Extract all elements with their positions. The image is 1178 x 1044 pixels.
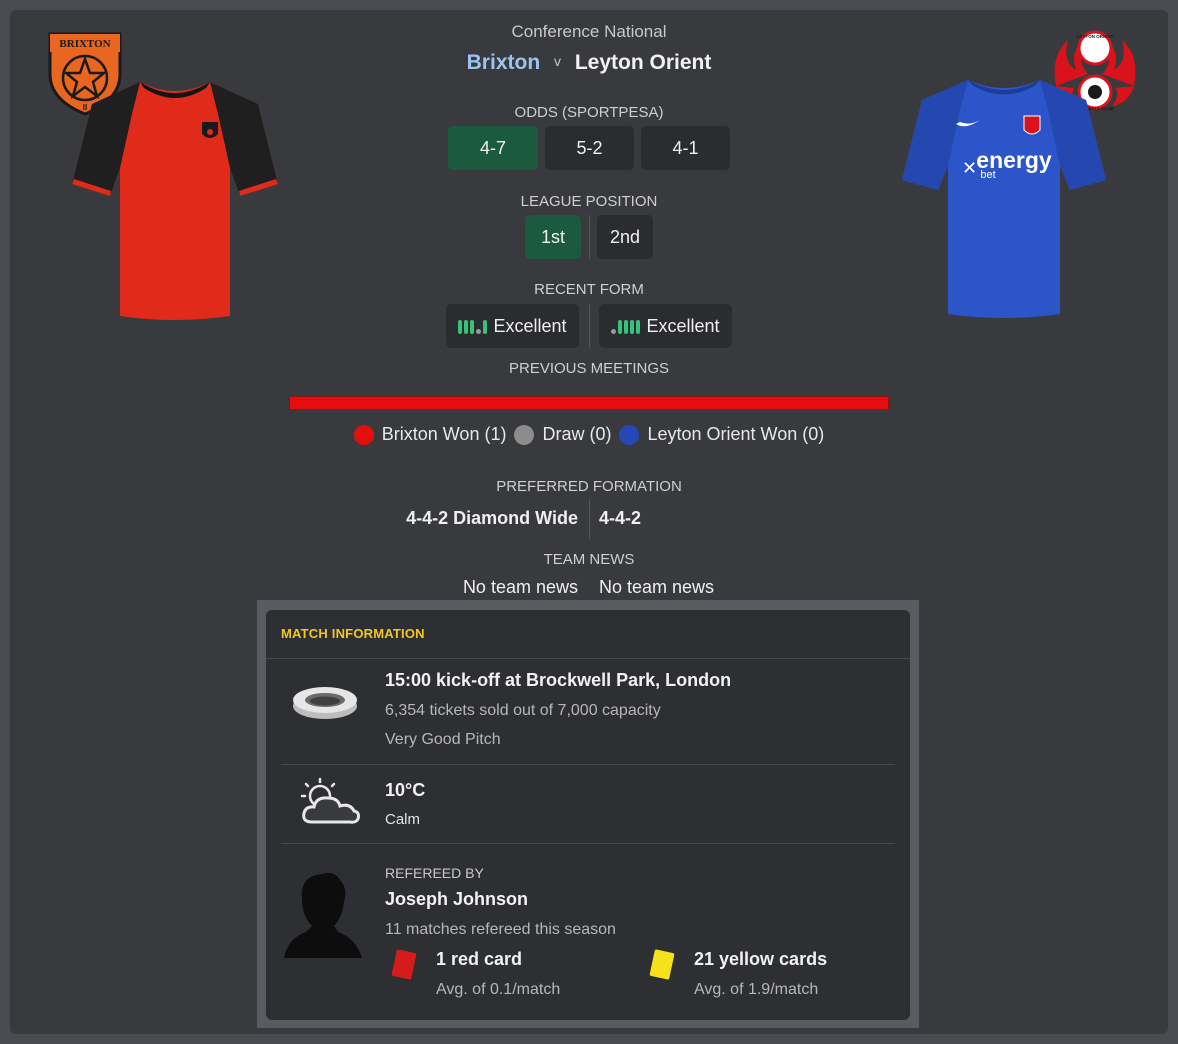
position-divider (589, 215, 590, 259)
away-color-dot-icon (619, 424, 640, 445)
temperature-text: 10°C (385, 780, 426, 800)
referee-avatar[interactable] (282, 868, 364, 960)
partly-cloudy-weather-icon (300, 777, 360, 824)
away-team-link[interactable]: Leyton Orient (575, 51, 712, 74)
versus-label: v (553, 53, 561, 69)
yellow-cards-average: Avg. of 1.9/match (694, 981, 819, 998)
referee-name[interactable]: Joseph Johnson (385, 889, 528, 910)
home-form-pips-icon (458, 318, 488, 334)
red-cards-average: Avg. of 0.1/match (436, 981, 561, 998)
previous-meetings-bar[interactable] (289, 396, 889, 410)
away-formation[interactable]: 4-4-2 (599, 508, 641, 529)
formation-divider (589, 499, 590, 539)
yellow-cards-count: 21 yellow cards (694, 949, 828, 969)
home-odds[interactable]: 4-7 (448, 126, 538, 170)
refereed-by-label: REFEREED BY (385, 865, 484, 881)
legend-home-won: Brixton Won (1) (353, 424, 507, 445)
tickets-sold-text: 6,354 tickets sold out of 7,000 capacity (385, 702, 661, 719)
stadium-icon (293, 687, 357, 719)
previous-meetings-legend: Brixton Won (1) Draw (0) Leyton Orient W… (0, 424, 1178, 445)
venue-divider (281, 764, 895, 765)
home-form-text: Excellent (493, 315, 567, 336)
home-team-news: No team news (462, 577, 578, 597)
legend-away-won-label: Leyton Orient Won (0) (647, 424, 825, 444)
draw-odds[interactable]: 5-2 (545, 126, 634, 170)
league-position-label: LEAGUE POSITION (520, 193, 658, 210)
away-form-text: Excellent (646, 315, 720, 336)
legend-draw-label: Draw (0) (542, 424, 612, 444)
away-team-news: No team news (599, 577, 715, 597)
draw-color-dot-icon (514, 424, 535, 445)
match-info-header-divider (266, 658, 910, 659)
pitch-condition-text: Very Good Pitch (385, 731, 501, 748)
recent-form-label: RECENT FORM (534, 281, 644, 298)
away-odds[interactable]: 4-1 (641, 126, 730, 170)
away-form-pips-icon (611, 318, 641, 334)
weather-divider (281, 843, 895, 844)
previous-meetings-label: PREVIOUS MEETINGS (508, 360, 670, 377)
home-color-dot-icon (353, 424, 374, 445)
referee-matches-text: 11 matches refereed this season (385, 921, 616, 938)
preferred-formation-label: PREFERRED FORMATION (496, 478, 682, 495)
red-cards-count: 1 red card (436, 949, 523, 969)
competition-name[interactable]: Conference National (0, 22, 1178, 42)
legend-home-won-label: Brixton Won (1) (381, 424, 507, 444)
match-information-title: MATCH INFORMATION (281, 626, 425, 641)
odds-label: ODDS (SPORTPESA) (514, 104, 664, 121)
fixture-title: Brixton v Leyton Orient (0, 51, 1178, 75)
sponsor-mark-icon: ✕ (962, 158, 977, 178)
home-team-link[interactable]: Brixton (467, 51, 541, 74)
away-recent-form[interactable]: Excellent (599, 304, 732, 348)
away-kit-sponsor-sub: bet (980, 169, 995, 181)
team-news-label: TEAM NEWS (543, 551, 635, 568)
venue-kickoff-text: 15:00 kick-off at Brockwell Park, London (385, 670, 732, 690)
away-league-position[interactable]: 2nd (597, 215, 653, 259)
home-league-position[interactable]: 1st (525, 215, 581, 259)
wind-text: Calm (385, 811, 421, 828)
legend-away-won: Leyton Orient Won (0) (619, 424, 824, 445)
form-divider (589, 304, 590, 348)
legend-draw: Draw (0) (514, 424, 611, 445)
home-recent-form[interactable]: Excellent (446, 304, 579, 348)
home-formation[interactable]: 4-4-2 Diamond Wide (406, 508, 578, 529)
